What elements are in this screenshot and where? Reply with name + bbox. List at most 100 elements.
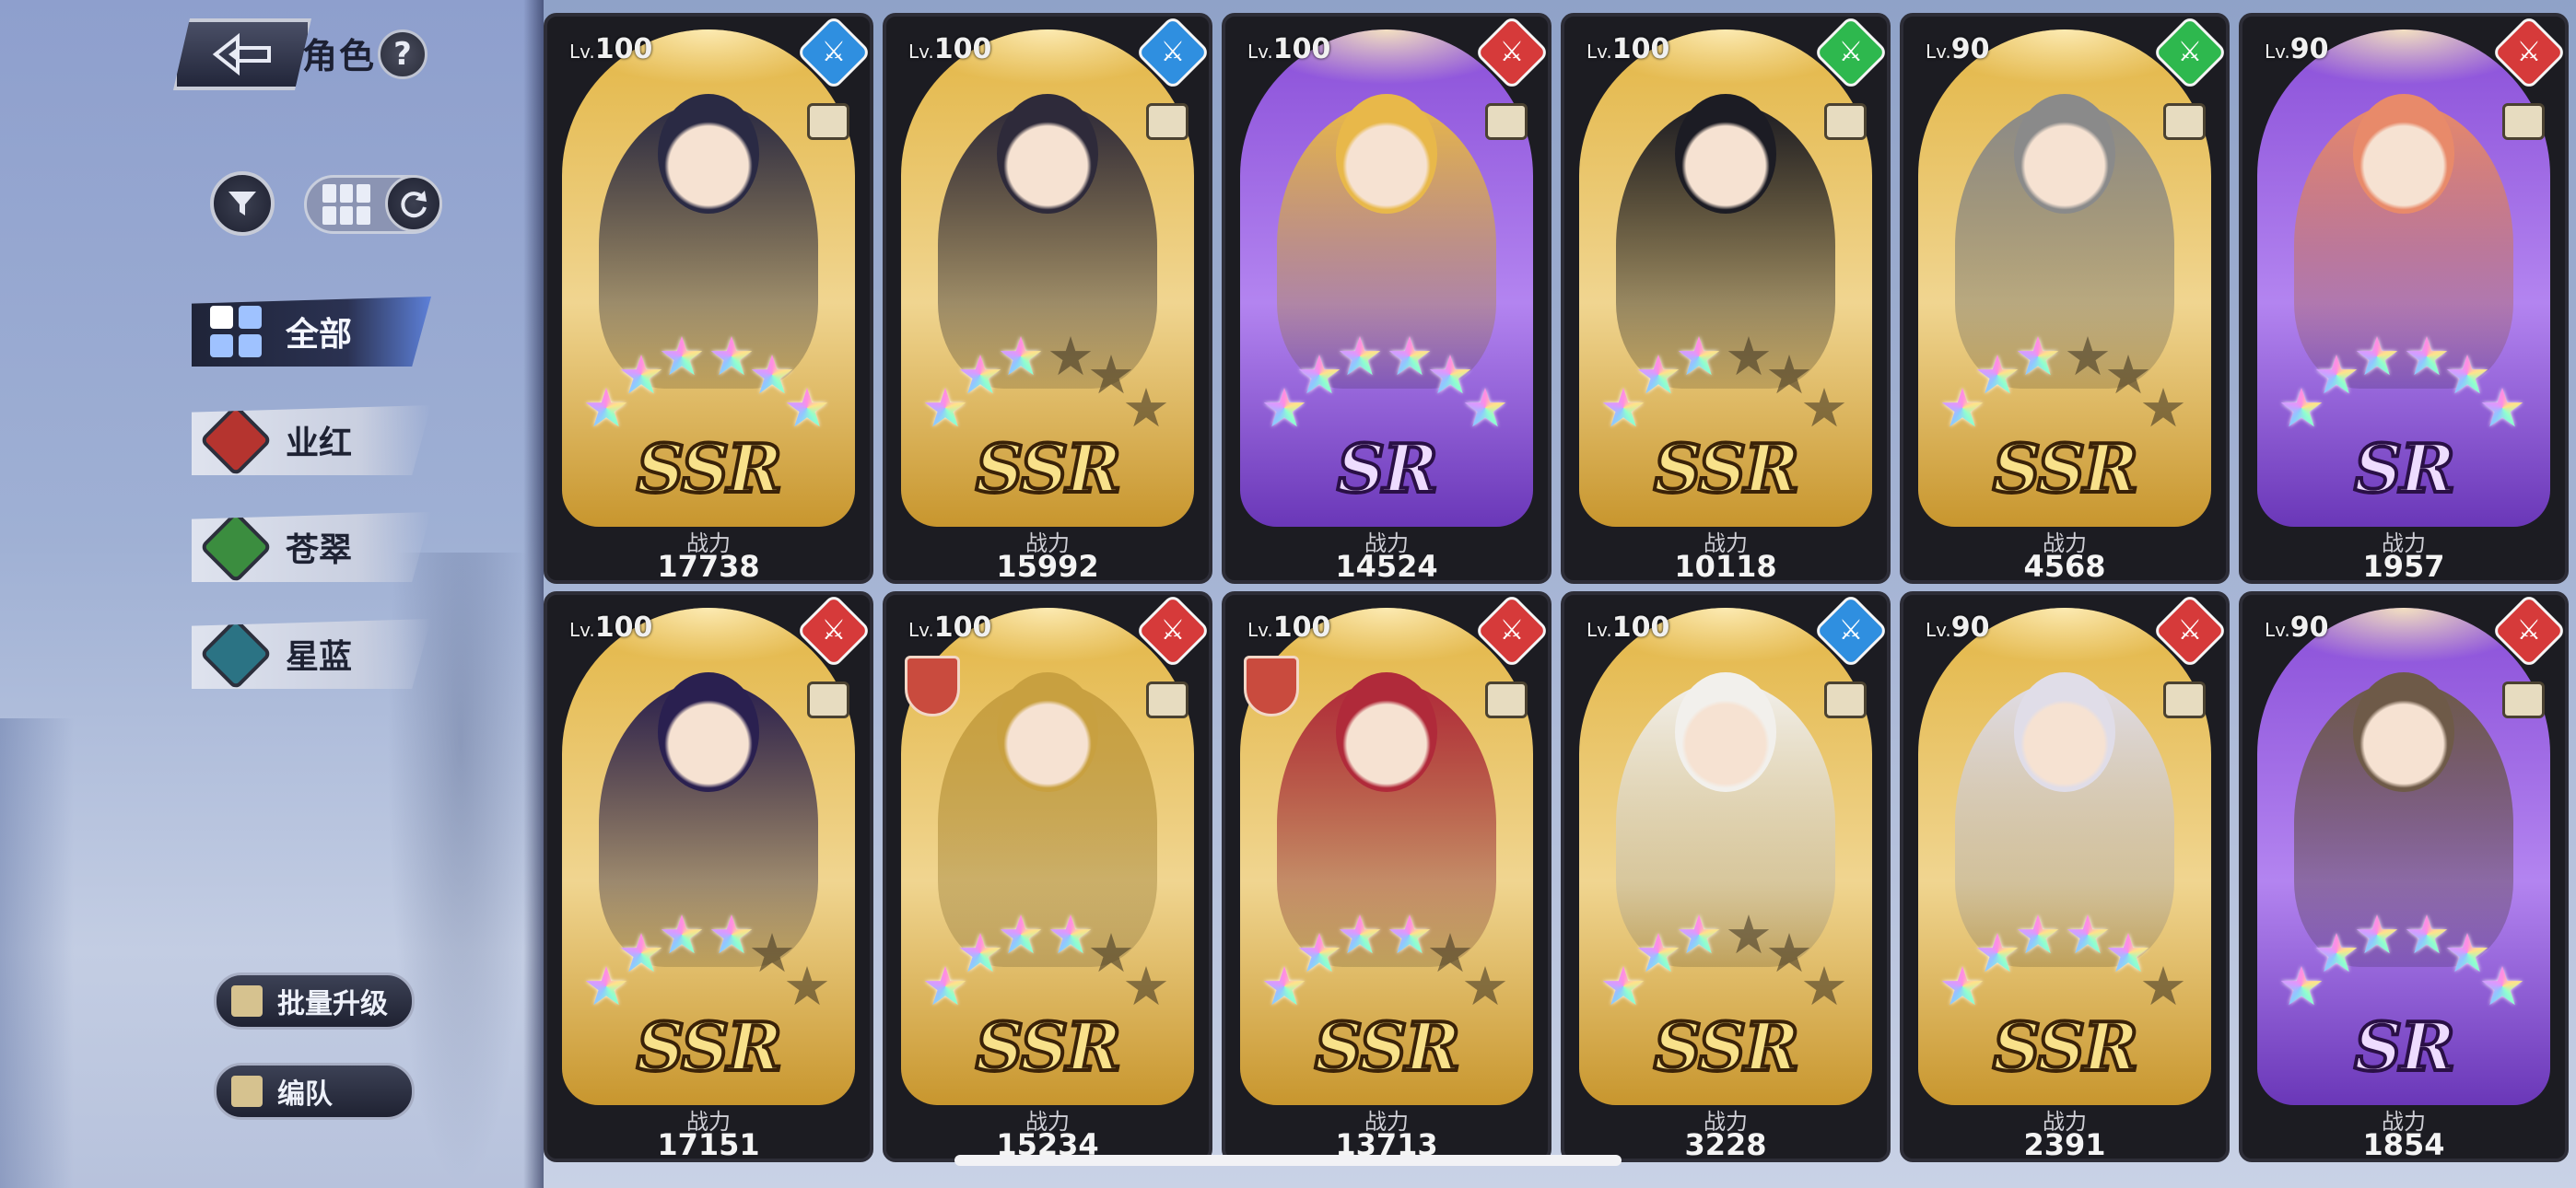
- character-card[interactable]: Lv.100 ⚔ ★ ★ ★ ★ ★ ★ SSR 战力 17738: [544, 13, 873, 584]
- card-level-value: 90: [2289, 611, 2329, 644]
- power-value: 13713: [1335, 1127, 1438, 1162]
- character-card[interactable]: Lv.100 ⚔ ★ ★ ★ ★ ★ ★ SSR 战力 3228: [1561, 591, 1891, 1162]
- card-type-badge-icon: [1824, 681, 1867, 718]
- empty-star-icon: ★: [2139, 955, 2187, 1018]
- character-card[interactable]: Lv.90 ⚔ ★ ★ ★ ★ ★ ★ SR 战力 1854: [2239, 591, 2569, 1162]
- filter-button[interactable]: [210, 171, 275, 236]
- rarity-label: SSR: [974, 1006, 1123, 1088]
- power-value: 15234: [996, 1127, 1099, 1162]
- batch-upgrade-button[interactable]: 批量升级: [214, 973, 415, 1030]
- formation-label: 编队: [277, 1078, 333, 1111]
- power-value: 17151: [657, 1127, 760, 1162]
- card-type-badge-icon: [1485, 103, 1528, 140]
- rarity-label: SSR: [635, 1006, 784, 1088]
- filled-star-icon: ★: [997, 903, 1045, 966]
- card-level: Lv.90: [1926, 33, 1990, 65]
- character-card[interactable]: Lv.100 ⚔ ★ ★ ★ ★ ★ ★ SSR 战力 17151: [544, 591, 873, 1162]
- faction-emblem-icon: [1244, 656, 1299, 716]
- upgrade-cards-icon: [231, 985, 263, 1017]
- rarity-label: SSR: [1652, 427, 1801, 509]
- tab-blue-label: 星蓝: [286, 638, 353, 676]
- character-card[interactable]: Lv.100 ⚔ ★ ★ ★ ★ ★ ★ SSR 战力 10118: [1561, 13, 1891, 584]
- card-level: Lv.100: [1587, 33, 1670, 65]
- tab-red-label: 业红: [286, 425, 353, 462]
- card-level-value: 90: [2289, 33, 2329, 65]
- empty-star-icon: ★: [1461, 955, 1509, 1018]
- empty-star-icon: ★: [783, 955, 831, 1018]
- character-card[interactable]: Lv.100 ⚔ ★ ★ ★ ★ ★ ★ SSR 战力 15234: [883, 591, 1212, 1162]
- star-rating: ★ ★ ★ ★ ★ ★: [1564, 908, 1887, 1019]
- rarity-label: SSR: [1652, 1006, 1801, 1088]
- rarity-label: SSR: [635, 427, 784, 509]
- empty-star-icon: ★: [1122, 377, 1170, 439]
- rarity-label: SR: [2352, 427, 2457, 509]
- power-value: 4568: [2023, 549, 2106, 584]
- card-type-badge-icon: [2502, 681, 2545, 718]
- filled-star-icon: ★: [997, 325, 1045, 388]
- filled-star-icon: ★: [658, 903, 706, 966]
- character-grid: Lv.100 ⚔ ★ ★ ★ ★ ★ ★ SSR 战力 17738 Lv.100 ⚔ ★ ★ ★ ★ ★ ★ SSR 战…: [527, 0, 2576, 1188]
- star-rating: ★ ★ ★ ★ ★ ★: [886, 908, 1209, 1019]
- filled-star-icon: ★: [2014, 903, 2062, 966]
- star-rating: ★ ★ ★ ★ ★ ★: [1564, 330, 1887, 440]
- character-head: [658, 672, 759, 792]
- character-card[interactable]: Lv.100 ⚔ ★ ★ ★ ★ ★ ★ SSR 战力 15992: [883, 13, 1212, 584]
- card-type-badge-icon: [807, 681, 849, 718]
- power-value: 3228: [1684, 1127, 1767, 1162]
- character-head: [658, 94, 759, 214]
- star-rating: ★ ★ ★ ★ ★ ★: [886, 330, 1209, 440]
- tab-blue[interactable]: 星蓝: [192, 619, 431, 689]
- card-level-value: 100: [594, 33, 653, 65]
- power-value: 1854: [2362, 1127, 2445, 1162]
- all-grid-icon: [210, 306, 262, 357]
- character-card[interactable]: Lv.100 ⚔ ★ ★ ★ ★ ★ ★ SSR 战力 13713: [1222, 591, 1551, 1162]
- formation-icon: [231, 1076, 263, 1107]
- blue-gem-icon: [199, 619, 273, 689]
- character-card[interactable]: Lv.90 ⚔ ★ ★ ★ ★ ★ ★ SSR 战力 2391: [1900, 591, 2230, 1162]
- card-type-badge-icon: [2502, 103, 2545, 140]
- character-card[interactable]: Lv.90 ⚔ ★ ★ ★ ★ ★ ★ SSR 战力 4568: [1900, 13, 2230, 584]
- card-level: Lv.90: [2265, 33, 2329, 65]
- character-head: [1675, 672, 1776, 792]
- formation-button[interactable]: 编队: [214, 1063, 415, 1120]
- filled-star-icon: ★: [658, 325, 706, 388]
- star-rating: ★ ★ ★ ★ ★ ★: [1225, 330, 1548, 440]
- card-level-value: 100: [1272, 611, 1331, 644]
- star-rating: ★ ★ ★ ★ ★ ★: [1903, 330, 2226, 440]
- star-rating: ★ ★ ★ ★ ★ ★: [2242, 330, 2565, 440]
- tab-red[interactable]: 业红: [192, 405, 431, 475]
- character-head: [1336, 94, 1437, 214]
- empty-star-icon: ★: [1122, 955, 1170, 1018]
- card-level-value: 100: [1611, 33, 1670, 65]
- card-type-badge-icon: [2163, 681, 2206, 718]
- power-value: 17738: [657, 549, 760, 584]
- power-value: 15992: [996, 549, 1099, 584]
- character-head: [2014, 94, 2115, 214]
- character-card[interactable]: Lv.90 ⚔ ★ ★ ★ ★ ★ ★ SR 战力 1957: [2239, 13, 2569, 584]
- rarity-label: SR: [1335, 427, 1440, 509]
- filled-star-icon: ★: [1675, 325, 1723, 388]
- rarity-label: SSR: [974, 427, 1123, 509]
- filled-star-icon: ★: [2353, 325, 2401, 388]
- grid-view-icon[interactable]: [322, 184, 370, 225]
- tab-all[interactable]: 全部: [192, 297, 431, 367]
- tab-all-label: 全部: [286, 316, 353, 354]
- card-type-badge-icon: [2163, 103, 2206, 140]
- refresh-button[interactable]: [385, 175, 442, 232]
- character-card[interactable]: Lv.100 ⚔ ★ ★ ★ ★ ★ ★ SR 战力 14524: [1222, 13, 1551, 584]
- green-gem-icon: [199, 512, 273, 582]
- back-button[interactable]: [173, 18, 311, 90]
- card-level-value: 100: [1611, 611, 1670, 644]
- help-button[interactable]: ?: [378, 29, 427, 79]
- back-arrow-icon: [212, 32, 271, 76]
- card-level: Lv.100: [908, 33, 992, 65]
- tab-green[interactable]: 苍翠: [192, 512, 431, 582]
- power-value: 2391: [2023, 1127, 2106, 1162]
- batch-upgrade-label: 批量升级: [277, 988, 388, 1020]
- sidebar: 角色 ? 全部 业红 苍翠 星蓝 批量升级 编队: [0, 0, 544, 1188]
- filled-star-icon: ★: [1336, 903, 1384, 966]
- card-type-badge-icon: [1485, 681, 1528, 718]
- character-head: [2014, 672, 2115, 792]
- empty-star-icon: ★: [1800, 377, 1848, 439]
- card-level-value: 100: [594, 611, 653, 644]
